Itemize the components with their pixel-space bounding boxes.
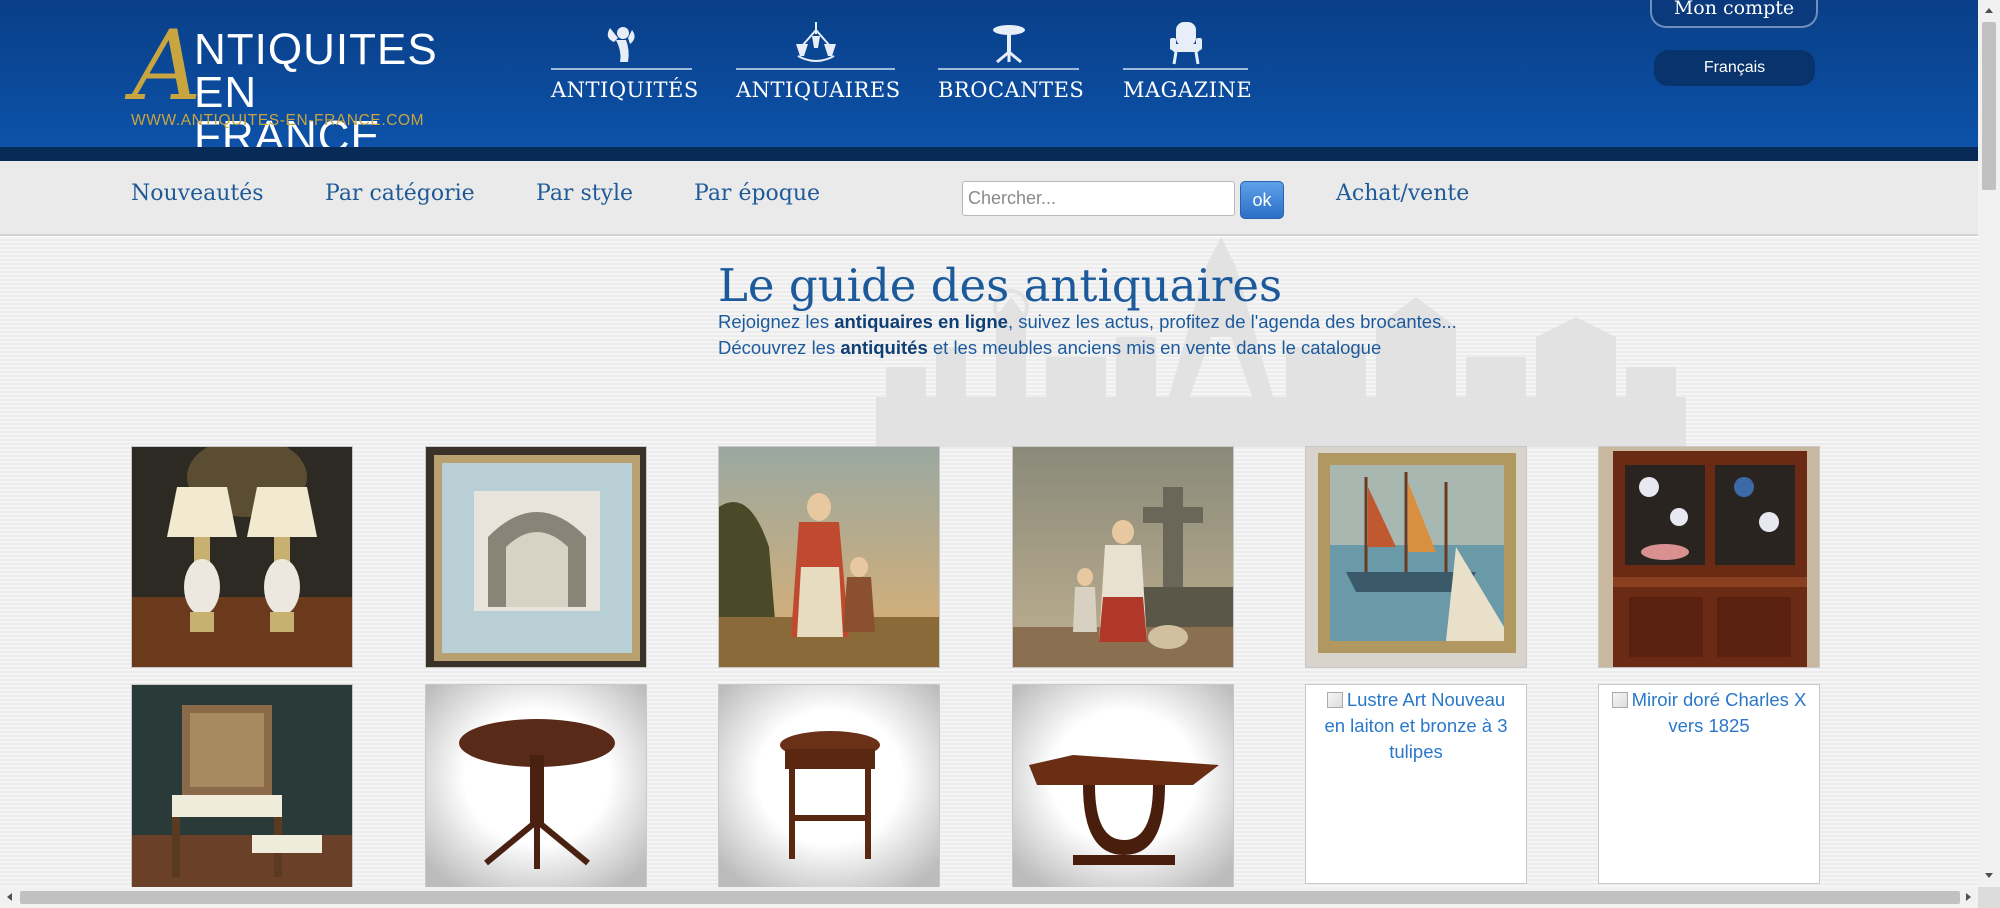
page-title: Le guide des antiquaires (718, 259, 1283, 312)
intro-link-antiquites[interactable]: antiquités (840, 337, 927, 358)
product-tile-painting-boats[interactable] (1305, 446, 1527, 668)
nav-label: BROCANTES (938, 78, 1085, 102)
scroll-down-icon[interactable] (1982, 868, 1996, 882)
subnav-achat-vente[interactable]: Achat/vente (1336, 181, 1469, 206)
nav-divider (551, 68, 692, 70)
product-image (1013, 685, 1233, 888)
nav-label: ANTIQUAIRES (736, 78, 901, 102)
product-tile-lamps[interactable] (131, 446, 353, 668)
product-image (719, 447, 939, 667)
product-tile-dresser[interactable] (1598, 446, 1820, 668)
product-tile-broken-image[interactable]: Miroir doré Charles X vers 1825 (1598, 684, 1820, 884)
product-tile-painting-mother-child[interactable] (718, 446, 940, 668)
intro-text-segment: Découvrez les (718, 337, 841, 358)
vertical-scrollbar[interactable] (1978, 0, 2000, 887)
product-tile-chairs[interactable] (131, 684, 353, 889)
subnav-nouveautes[interactable]: Nouveautés (131, 181, 264, 206)
site-header: A NTIQUITES EN FRANCE WWW.ANTIQUITES-EN-… (0, 0, 1978, 159)
subnav-par-epoque[interactable]: Par époque (694, 181, 820, 206)
logo-line-1: NTIQUITES (194, 25, 438, 74)
intro-text-segment: et les meubles anciens mis en vente dans… (927, 337, 1382, 358)
site-logo[interactable]: A NTIQUITES EN FRANCE WWW.ANTIQUITES-EN-… (130, 18, 450, 159)
product-image (426, 447, 646, 667)
scrollbar-corner (1978, 887, 2000, 908)
language-selector[interactable]: Français (1654, 50, 1815, 86)
intro-line-1: Rejoignez les antiquaires en ligne, suiv… (718, 309, 1457, 335)
intro-line-2: Découvrez les antiquités et les meubles … (718, 335, 1457, 361)
broken-image-icon (1326, 692, 1343, 708)
account-button[interactable]: Mon compte (1650, 0, 1818, 28)
pedestal-table-icon (938, 22, 1079, 64)
nav-label: MAGAZINE (1123, 78, 1253, 102)
nav-label: ANTIQUITÉS (551, 78, 699, 102)
product-tile-broken-image[interactable]: Lustre Art Nouveau en laiton et bronze à… (1305, 684, 1527, 884)
header-stripe (0, 147, 1978, 161)
scroll-right-icon[interactable] (1961, 890, 1975, 904)
scroll-up-icon[interactable] (1982, 4, 1996, 18)
logo-initial: A (132, 10, 202, 122)
nav-antiquaires[interactable]: ANTIQUAIRES (736, 22, 901, 102)
armchair-icon (1123, 22, 1248, 65)
image-alt-text: Miroir doré Charles X vers 1825 (1631, 689, 1807, 736)
secondary-nav: Nouveautés Par catégorie Par style Par é… (0, 161, 1978, 236)
product-image (1306, 447, 1526, 667)
product-image (132, 447, 352, 667)
nav-magazine[interactable]: MAGAZINE (1123, 22, 1253, 102)
cherub-icon (551, 22, 692, 64)
intro-link-antiquaires[interactable]: antiquaires en ligne (834, 311, 1008, 332)
broken-image-icon (1611, 692, 1628, 708)
subnav-par-style[interactable]: Par style (536, 181, 633, 206)
product-image (719, 685, 939, 888)
product-tile-framed-engraving[interactable] (425, 446, 647, 668)
nav-divider (736, 68, 895, 70)
product-image (132, 685, 352, 888)
product-image (426, 685, 646, 888)
search-input[interactable] (962, 181, 1235, 216)
nav-divider (1123, 68, 1248, 70)
logo-url: WWW.ANTIQUITES-EN-FRANCE.COM (131, 112, 425, 129)
product-image (1599, 447, 1819, 667)
product-tile-art-deco-table[interactable] (1012, 684, 1234, 889)
main-content: Le guide des antiquaires Rejoignez les a… (0, 237, 1978, 889)
vertical-scroll-thumb[interactable] (1982, 22, 1996, 190)
nav-divider (938, 68, 1079, 70)
search-button[interactable]: ok (1240, 181, 1284, 219)
intro-text: Rejoignez les antiquaires en ligne, suiv… (718, 309, 1457, 361)
image-alt-text: Lustre Art Nouveau en laiton et bronze à… (1324, 689, 1508, 762)
product-image (1013, 447, 1233, 667)
intro-text-segment: Rejoignez les (718, 311, 835, 332)
subnav-par-categorie[interactable]: Par catégorie (325, 181, 475, 206)
horizontal-scrollbar[interactable] (0, 887, 1978, 908)
scroll-left-icon[interactable] (3, 890, 17, 904)
product-tile-painting-cross[interactable] (1012, 446, 1234, 668)
product-tile-pedestal-table[interactable] (425, 684, 647, 889)
intro-text-segment: , suivez les actus, profitez de l'agenda… (1007, 311, 1457, 332)
nav-antiquites[interactable]: ANTIQUITÉS (551, 22, 699, 102)
nav-brocantes[interactable]: BROCANTES (938, 22, 1085, 102)
chandelier-icon (736, 22, 895, 64)
horizontal-scroll-thumb[interactable] (20, 891, 1960, 904)
product-tile-side-table[interactable] (718, 684, 940, 889)
